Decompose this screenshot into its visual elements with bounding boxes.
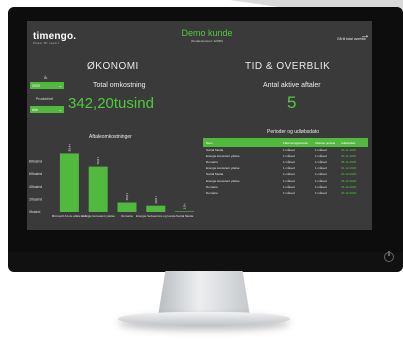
page-title: Demo kunde: [181, 28, 233, 38]
data-label: 72,0 t: [96, 157, 100, 165]
year-dropdown-value: 2020: [32, 83, 40, 88]
table-cell: Social Media: [206, 148, 224, 153]
bar[interactable]: [59, 153, 79, 212]
y-tick-label: 60tusind: [29, 172, 42, 176]
table-cell: 25-12-2020: [341, 184, 357, 189]
table-cell: 1 måned: [315, 172, 327, 177]
section-title-tid: TID & OVERBLIK: [245, 61, 331, 72]
table-cell: Energie konsulent ydelse: [206, 178, 240, 183]
table-row[interactable]: Domains 1 måned 1 måned 30-12-2020: [203, 190, 368, 196]
product-filter-label: Produkt/ref: [36, 97, 54, 101]
section-title-okonomi: ØKONOMI: [87, 61, 139, 72]
table-cell: 1 måned: [315, 148, 327, 153]
bar[interactable]: [88, 166, 108, 212]
table-cell: 1 måned: [283, 166, 295, 171]
table-cell: 1 måned: [283, 154, 295, 159]
data-label: 93,4 t: [67, 144, 71, 152]
product-dropdown-value: Alle: [32, 107, 38, 112]
table-cell: Energie konsulent ydelse: [206, 166, 240, 171]
table-cell: 1 måned: [283, 190, 295, 195]
table-cell: 20-12-2020: [341, 172, 357, 177]
active-agreements-value: 5: [287, 93, 297, 112]
table-cell: Energie konsulent ydelse: [206, 154, 240, 159]
active-agreements-label: Antal aktive aftaler: [263, 82, 321, 89]
chevron-down-icon: ⌄: [58, 82, 62, 88]
table-cell: 1 måned: [315, 190, 327, 195]
column-header[interactable]: Afsluttet periode: [315, 141, 341, 145]
category-label: Energie konsulent ydelse: [81, 214, 115, 218]
total-cost-label: Total omkostning: [93, 82, 146, 89]
bar[interactable]: [146, 205, 166, 212]
table-cell: 1 måned: [283, 160, 295, 165]
table-cell: Domains: [206, 160, 218, 165]
table-title: Perioder og udløbsdato: [267, 129, 319, 135]
table-cell: 28-12-2020: [341, 178, 357, 183]
monitor-stand: [158, 271, 250, 316]
category-label: Social Media: [176, 214, 194, 218]
periods-table: Navn Faktureringsperiode Afsluttet perio…: [203, 138, 368, 196]
page-subtitle: (Kundenummer: 12345): [191, 39, 223, 43]
total-cost-value: 342,20tusind: [68, 95, 154, 112]
table-cell: 20-11-2020: [341, 154, 357, 159]
table-cell: Domains: [206, 190, 218, 195]
table-cell: 1 måned: [315, 178, 327, 183]
table-cell: 1 måned: [315, 184, 327, 189]
y-tick-label: 20tusind: [29, 197, 42, 201]
data-label: 10,0 t: [154, 196, 158, 204]
y-tick-label: 40tusind: [29, 185, 42, 189]
table-cell: 30-12-2020: [341, 190, 357, 195]
monitor-chin: [8, 252, 403, 272]
table-cell: 1 måned: [283, 148, 295, 153]
table-cell: 1 måned: [315, 160, 327, 165]
y-tick-label: 0tusind: [29, 210, 40, 214]
bar[interactable]: [175, 211, 195, 212]
monitor-stand-base: [118, 312, 290, 326]
bar[interactable]: [117, 202, 137, 212]
table-cell: 1 måned: [283, 172, 295, 177]
table-header: Navn Faktureringsperiode Afsluttet perio…: [203, 138, 368, 147]
table-cell: Domains: [206, 184, 218, 189]
table-cell: Social Media: [206, 172, 224, 177]
table-cell: 01-12-2020: [341, 166, 357, 171]
table-cell: 1 måned: [315, 154, 327, 159]
data-label: 15,0 t: [125, 193, 129, 201]
table-cell: 1 måned: [283, 178, 295, 183]
report-screen: timengo. Power BI report Demo kunde (Kun…: [27, 21, 372, 230]
chevron-down-icon: ⌄: [58, 106, 62, 112]
table-cell: 28-11-2020: [341, 160, 357, 165]
logo-tagline: Power BI report: [33, 42, 60, 45]
table-cell: 30-11-2020: [341, 148, 357, 153]
logo: timengo.: [33, 31, 77, 42]
column-header[interactable]: Navn: [203, 141, 283, 145]
arrow-right-icon[interactable]: →: [360, 31, 370, 41]
year-dropdown[interactable]: 2020 ⌄: [30, 82, 64, 89]
category-label: Energie Selvservice og kunde: [136, 214, 176, 218]
table-cell: 1 måned: [315, 166, 327, 171]
product-dropdown[interactable]: Alle ⌄: [30, 106, 64, 113]
year-filter-label: År: [44, 76, 48, 80]
table-cell: 1 måned: [283, 184, 295, 189]
cost-bar-chart: 80tusind 60tusind 40tusind 20tusind 0tusind 9…: [29, 144, 195, 218]
power-icon[interactable]: [384, 251, 394, 262]
category-label: Domains: [121, 214, 133, 218]
data-label: 1,0 t: [183, 203, 187, 209]
column-header[interactable]: Faktureringsperiode: [283, 141, 315, 145]
y-tick-label: 80tusind: [29, 160, 42, 164]
column-header[interactable]: Udløbsdato: [341, 141, 368, 145]
